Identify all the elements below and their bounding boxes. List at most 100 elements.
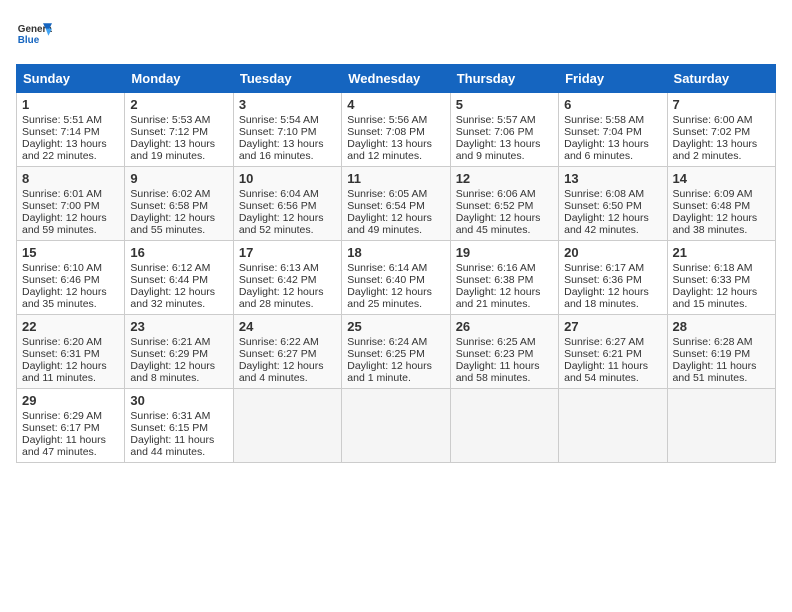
day-number: 23 [130, 319, 227, 334]
day-number: 27 [564, 319, 661, 334]
daylight-label: Daylight: 11 hours and 44 minutes. [130, 434, 214, 458]
sunrise-label: Sunrise: 6:20 AM [22, 336, 102, 348]
sunset-label: Sunset: 6:25 PM [347, 348, 425, 360]
weekday-header: Wednesday [342, 65, 450, 93]
sunset-label: Sunset: 6:21 PM [564, 348, 642, 360]
daylight-label: Daylight: 13 hours and 22 minutes. [22, 138, 107, 162]
sunset-label: Sunset: 6:48 PM [673, 200, 751, 212]
day-number: 14 [673, 171, 770, 186]
calendar-day-cell [342, 389, 450, 463]
day-number: 15 [22, 245, 119, 260]
daylight-label: Daylight: 12 hours and 4 minutes. [239, 360, 324, 384]
daylight-label: Daylight: 12 hours and 38 minutes. [673, 212, 758, 236]
calendar-day-cell [233, 389, 341, 463]
calendar-day-cell: 2 Sunrise: 5:53 AM Sunset: 7:12 PM Dayli… [125, 93, 233, 167]
day-number: 24 [239, 319, 336, 334]
day-number: 30 [130, 393, 227, 408]
sunset-label: Sunset: 6:27 PM [239, 348, 317, 360]
sunrise-label: Sunrise: 6:25 AM [456, 336, 536, 348]
day-number: 19 [456, 245, 553, 260]
calendar-day-cell: 10 Sunrise: 6:04 AM Sunset: 6:56 PM Dayl… [233, 167, 341, 241]
sunrise-label: Sunrise: 5:56 AM [347, 114, 427, 126]
day-number: 11 [347, 171, 444, 186]
day-number: 10 [239, 171, 336, 186]
calendar-header-row: SundayMondayTuesdayWednesdayThursdayFrid… [17, 65, 776, 93]
sunset-label: Sunset: 6:52 PM [456, 200, 534, 212]
sunrise-label: Sunrise: 6:17 AM [564, 262, 644, 274]
day-number: 9 [130, 171, 227, 186]
calendar-day-cell: 9 Sunrise: 6:02 AM Sunset: 6:58 PM Dayli… [125, 167, 233, 241]
daylight-label: Daylight: 12 hours and 59 minutes. [22, 212, 107, 236]
calendar-week-row: 29 Sunrise: 6:29 AM Sunset: 6:17 PM Dayl… [17, 389, 776, 463]
calendar-week-row: 22 Sunrise: 6:20 AM Sunset: 6:31 PM Dayl… [17, 315, 776, 389]
calendar-day-cell: 22 Sunrise: 6:20 AM Sunset: 6:31 PM Dayl… [17, 315, 125, 389]
sunset-label: Sunset: 7:10 PM [239, 126, 317, 138]
calendar-day-cell: 13 Sunrise: 6:08 AM Sunset: 6:50 PM Dayl… [559, 167, 667, 241]
sunset-label: Sunset: 6:33 PM [673, 274, 751, 286]
weekday-header: Saturday [667, 65, 775, 93]
sunrise-label: Sunrise: 6:02 AM [130, 188, 210, 200]
sunset-label: Sunset: 6:36 PM [564, 274, 642, 286]
daylight-label: Daylight: 12 hours and 32 minutes. [130, 286, 215, 310]
sunset-label: Sunset: 7:04 PM [564, 126, 642, 138]
sunrise-label: Sunrise: 6:16 AM [456, 262, 536, 274]
calendar-day-cell: 11 Sunrise: 6:05 AM Sunset: 6:54 PM Dayl… [342, 167, 450, 241]
sunset-label: Sunset: 7:06 PM [456, 126, 534, 138]
calendar-day-cell: 1 Sunrise: 5:51 AM Sunset: 7:14 PM Dayli… [17, 93, 125, 167]
sunrise-label: Sunrise: 5:57 AM [456, 114, 536, 126]
calendar-week-row: 15 Sunrise: 6:10 AM Sunset: 6:46 PM Dayl… [17, 241, 776, 315]
calendar-day-cell: 6 Sunrise: 5:58 AM Sunset: 7:04 PM Dayli… [559, 93, 667, 167]
day-number: 3 [239, 97, 336, 112]
sunrise-label: Sunrise: 6:01 AM [22, 188, 102, 200]
calendar-day-cell: 15 Sunrise: 6:10 AM Sunset: 6:46 PM Dayl… [17, 241, 125, 315]
day-number: 2 [130, 97, 227, 112]
daylight-label: Daylight: 12 hours and 25 minutes. [347, 286, 432, 310]
calendar-week-row: 1 Sunrise: 5:51 AM Sunset: 7:14 PM Dayli… [17, 93, 776, 167]
sunrise-label: Sunrise: 6:22 AM [239, 336, 319, 348]
sunrise-label: Sunrise: 5:53 AM [130, 114, 210, 126]
daylight-label: Daylight: 12 hours and 1 minute. [347, 360, 432, 384]
sunset-label: Sunset: 6:44 PM [130, 274, 208, 286]
calendar-day-cell: 3 Sunrise: 5:54 AM Sunset: 7:10 PM Dayli… [233, 93, 341, 167]
sunrise-label: Sunrise: 6:00 AM [673, 114, 753, 126]
daylight-label: Daylight: 12 hours and 55 minutes. [130, 212, 215, 236]
calendar-day-cell: 8 Sunrise: 6:01 AM Sunset: 7:00 PM Dayli… [17, 167, 125, 241]
sunrise-label: Sunrise: 6:08 AM [564, 188, 644, 200]
daylight-label: Daylight: 13 hours and 16 minutes. [239, 138, 324, 162]
sunset-label: Sunset: 6:23 PM [456, 348, 534, 360]
sunset-label: Sunset: 6:56 PM [239, 200, 317, 212]
day-number: 20 [564, 245, 661, 260]
sunset-label: Sunset: 6:19 PM [673, 348, 751, 360]
day-number: 29 [22, 393, 119, 408]
calendar-day-cell: 19 Sunrise: 6:16 AM Sunset: 6:38 PM Dayl… [450, 241, 558, 315]
sunset-label: Sunset: 7:02 PM [673, 126, 751, 138]
page-header: General Blue [16, 16, 776, 52]
daylight-label: Daylight: 12 hours and 11 minutes. [22, 360, 107, 384]
daylight-label: Daylight: 11 hours and 51 minutes. [673, 360, 757, 384]
daylight-label: Daylight: 11 hours and 58 minutes. [456, 360, 540, 384]
daylight-label: Daylight: 12 hours and 8 minutes. [130, 360, 215, 384]
day-number: 5 [456, 97, 553, 112]
daylight-label: Daylight: 12 hours and 28 minutes. [239, 286, 324, 310]
calendar-day-cell: 29 Sunrise: 6:29 AM Sunset: 6:17 PM Dayl… [17, 389, 125, 463]
sunrise-label: Sunrise: 6:13 AM [239, 262, 319, 274]
logo: General Blue [16, 16, 52, 52]
sunset-label: Sunset: 7:14 PM [22, 126, 100, 138]
sunrise-label: Sunrise: 6:04 AM [239, 188, 319, 200]
daylight-label: Daylight: 13 hours and 6 minutes. [564, 138, 649, 162]
sunrise-label: Sunrise: 5:51 AM [22, 114, 102, 126]
day-number: 6 [564, 97, 661, 112]
calendar-day-cell: 20 Sunrise: 6:17 AM Sunset: 6:36 PM Dayl… [559, 241, 667, 315]
calendar-day-cell: 16 Sunrise: 6:12 AM Sunset: 6:44 PM Dayl… [125, 241, 233, 315]
sunset-label: Sunset: 6:38 PM [456, 274, 534, 286]
calendar-day-cell: 14 Sunrise: 6:09 AM Sunset: 6:48 PM Dayl… [667, 167, 775, 241]
sunset-label: Sunset: 6:58 PM [130, 200, 208, 212]
daylight-label: Daylight: 11 hours and 47 minutes. [22, 434, 106, 458]
weekday-header: Tuesday [233, 65, 341, 93]
calendar-day-cell: 21 Sunrise: 6:18 AM Sunset: 6:33 PM Dayl… [667, 241, 775, 315]
day-number: 18 [347, 245, 444, 260]
weekday-header: Thursday [450, 65, 558, 93]
day-number: 21 [673, 245, 770, 260]
calendar-day-cell: 24 Sunrise: 6:22 AM Sunset: 6:27 PM Dayl… [233, 315, 341, 389]
svg-text:Blue: Blue [18, 35, 40, 46]
